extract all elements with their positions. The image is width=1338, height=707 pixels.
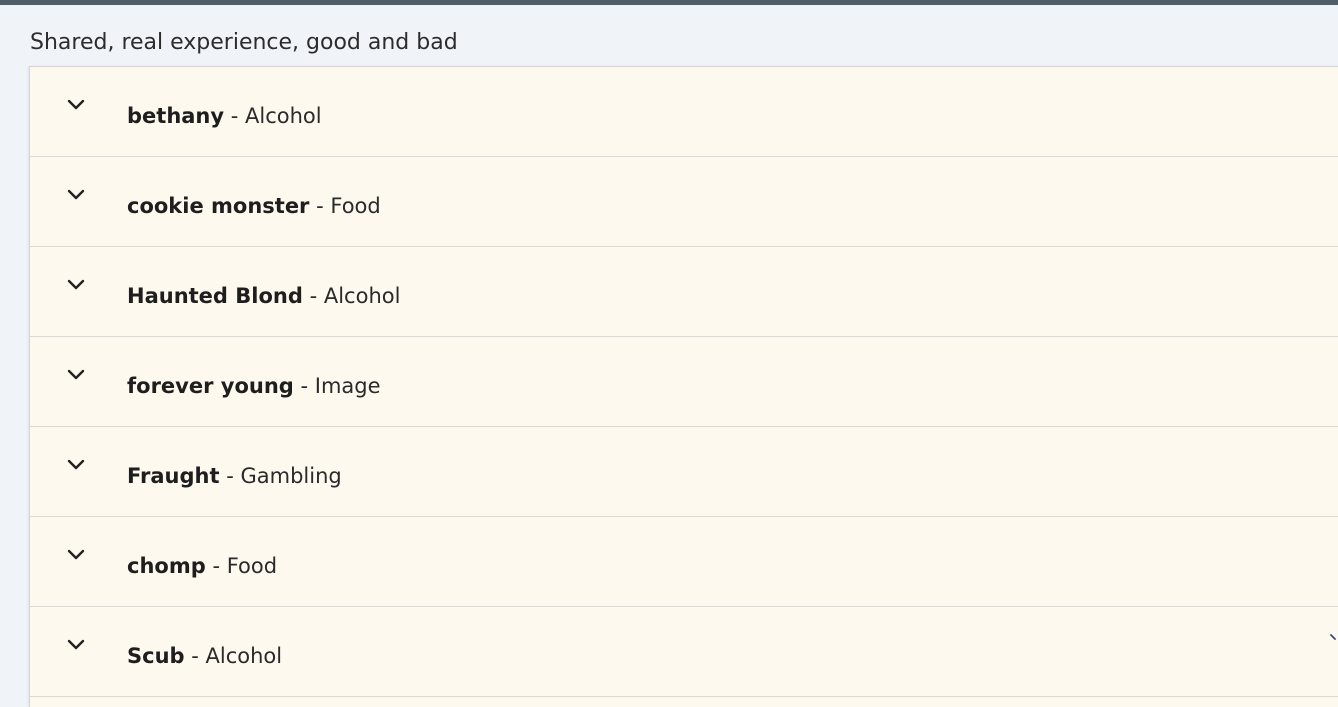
list-item-text: forever young - Image — [127, 373, 381, 399]
item-name: chomp — [127, 554, 206, 578]
item-name: cookie monster — [127, 194, 310, 218]
item-separator: - — [191, 644, 199, 668]
chevron-down-icon[interactable] — [66, 275, 86, 295]
list-item-text: chomp - Food — [127, 553, 277, 579]
item-separator: - — [309, 284, 318, 308]
item-name: Scub — [127, 644, 185, 668]
page-heading: Shared, real experience, good and bad — [30, 30, 458, 55]
item-separator: - — [230, 104, 239, 128]
item-category: Image — [314, 374, 381, 398]
chevron-down-icon[interactable] — [66, 545, 86, 565]
item-separator: - — [212, 554, 221, 578]
item-separator: - — [226, 464, 234, 488]
top-bar — [0, 0, 1338, 5]
item-category: Alcohol — [205, 644, 283, 668]
list-item[interactable]: chomp - Food — [30, 517, 1338, 607]
experience-list: bethany - Alcohol cookie monster - Food … — [29, 66, 1338, 707]
list-item-text: bethany - Alcohol — [127, 103, 322, 129]
item-category: Gambling — [240, 464, 342, 488]
list-item[interactable]: Haunted Blond - Alcohol — [30, 247, 1338, 337]
item-category: Alcohol — [245, 104, 322, 128]
list-item-text: Scub - Alcohol — [127, 643, 282, 669]
list-item[interactable]: cookie monster - Food — [30, 157, 1338, 247]
item-separator: - — [300, 374, 309, 398]
list-item[interactable]: Scub - Alcohol — [30, 607, 1338, 697]
chevron-down-icon[interactable] — [1330, 632, 1338, 642]
chevron-down-icon[interactable] — [66, 455, 86, 475]
list-item[interactable]: forever young - Image — [30, 337, 1338, 427]
list-item-text: Fraught - Gambling — [127, 463, 342, 489]
item-name: Fraught — [127, 464, 220, 488]
list-item[interactable]: Fraught - Gambling — [30, 427, 1338, 517]
list-item-text: cookie monster - Food — [127, 193, 381, 219]
item-category: Alcohol — [323, 284, 401, 308]
item-category: Food — [226, 554, 278, 578]
chevron-down-icon[interactable] — [66, 365, 86, 385]
item-name: Haunted Blond — [127, 284, 303, 308]
list-item[interactable]: bethany - Alcohol — [30, 67, 1338, 157]
list-item-text: Haunted Blond - Alcohol — [127, 283, 400, 309]
chevron-down-icon[interactable] — [66, 95, 86, 115]
chevron-down-icon[interactable] — [66, 185, 86, 205]
item-name: bethany — [127, 104, 225, 128]
item-category: Food — [330, 194, 381, 218]
chevron-down-icon[interactable] — [66, 635, 86, 655]
item-separator: - — [316, 194, 324, 218]
item-name: forever young — [127, 374, 294, 398]
